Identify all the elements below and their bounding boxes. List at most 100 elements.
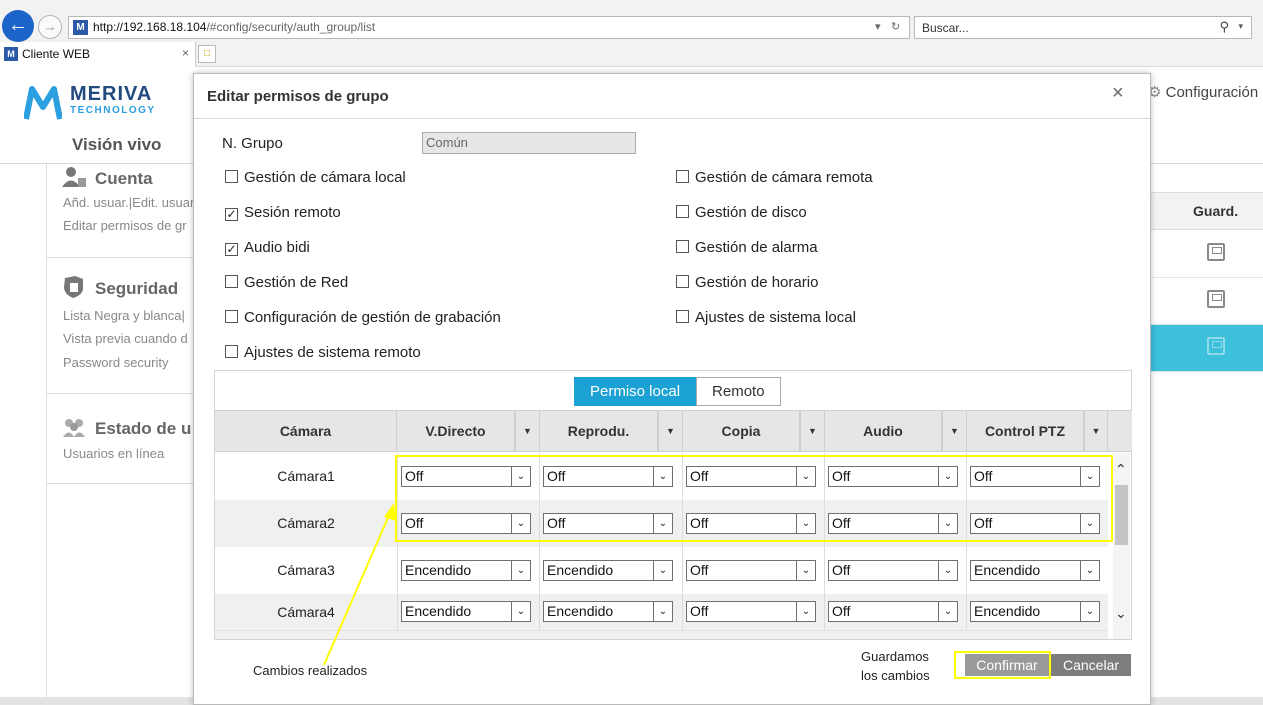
save-icon[interactable] [1207, 290, 1225, 308]
permission-select[interactable]: Off ⌄ [686, 560, 816, 581]
chevron-down-icon[interactable]: ⌄ [1080, 602, 1099, 621]
permission-select[interactable]: Encendido ⌄ [401, 601, 531, 622]
dialog-title: Editar permisos de grupo [207, 88, 389, 105]
perm-local-camera[interactable]: Gestión de cámara local [225, 169, 406, 186]
background-table-row [1151, 231, 1263, 278]
column-header-backup: Copia [682, 411, 800, 451]
logo-text-top: MERIVA [70, 83, 153, 105]
refresh-icon[interactable]: ↻ [891, 20, 900, 33]
perm-remote-camera[interactable]: Gestión de cámara remota [676, 169, 873, 186]
sidebar-item-online-users[interactable]: Usuarios en línea [63, 446, 164, 461]
permission-select[interactable]: Off ⌄ [828, 560, 958, 581]
chevron-down-icon[interactable]: ⌄ [1080, 561, 1099, 580]
permission-select[interactable]: Encendido ⌄ [970, 601, 1100, 622]
browser-tab[interactable]: M Cliente WEB × [0, 42, 196, 67]
tab-close-icon[interactable]: × [182, 46, 189, 60]
perm-disk[interactable]: Gestión de disco [676, 204, 807, 221]
search-icon[interactable]: ⚲ [1219, 19, 1229, 35]
sidebar-item-edit-group-permissions[interactable]: Editar permisos de gr [63, 218, 187, 233]
checkbox[interactable] [676, 170, 689, 183]
permission-select[interactable]: Encendido ⌄ [543, 601, 673, 622]
perm-remote-system[interactable]: Ajustes de sistema remoto [225, 344, 421, 361]
scroll-down-icon[interactable]: ⌄ [1115, 605, 1127, 622]
scroll-up-icon[interactable]: ⌃ [1115, 461, 1127, 478]
sidebar-item-password-security[interactable]: Password security [63, 355, 168, 370]
back-button[interactable]: ← [2, 10, 34, 42]
perm-label: Gestión de cámara remota [695, 169, 873, 186]
permission-select[interactable]: Encendido ⌄ [543, 560, 673, 581]
cancel-button[interactable]: Cancelar [1051, 654, 1131, 676]
checkbox[interactable] [676, 240, 689, 253]
perm-local-system[interactable]: Ajustes de sistema local [676, 309, 856, 326]
column-dropdown-icon[interactable]: ▼ [658, 411, 682, 451]
column-dropdown-icon[interactable]: ▼ [942, 411, 966, 451]
sidebar-section-account: Cuenta Añd. usuar.|Edit. usuar Editar pe… [47, 164, 195, 258]
nav-configuration[interactable]: ⚙ Configuración l [1148, 83, 1263, 101]
perm-network[interactable]: Gestión de Red [225, 274, 348, 291]
sidebar-head-status[interactable]: Estado de u [61, 416, 191, 439]
checkbox[interactable] [225, 170, 238, 183]
scroll-thumb[interactable] [1115, 485, 1128, 545]
table-scrollbar[interactable]: ⌃ ⌄ [1113, 453, 1130, 639]
nav-live-view[interactable]: Visión vivo [72, 135, 161, 155]
table-header: Cámara V.Directo ▼ Reprodu. ▼ Copia ▼ Au… [215, 410, 1132, 452]
perm-record-management[interactable]: Configuración de gestión de grabación [225, 309, 501, 326]
checkbox[interactable] [676, 275, 689, 288]
perm-label: Sesión remoto [244, 204, 341, 221]
address-bar[interactable]: M http://192.168.18.104/#config/security… [68, 16, 910, 39]
chevron-down-icon[interactable]: ⌄ [653, 561, 672, 580]
save-icon[interactable] [1207, 337, 1225, 355]
sidebar-head-status-label: Estado de u [95, 419, 192, 438]
permission-select[interactable]: Off ⌄ [686, 601, 816, 622]
column-divider [824, 594, 825, 630]
checkbox[interactable] [225, 275, 238, 288]
sidebar-head-security[interactable]: Seguridad [61, 276, 178, 299]
chevron-down-icon[interactable]: ⌄ [796, 561, 815, 580]
search-dropdown-icon[interactable]: ▾ [1238, 21, 1243, 32]
perm-two-way-audio[interactable]: ✓ Audio bidi [225, 239, 310, 256]
chevron-down-icon[interactable]: ⌄ [511, 561, 530, 580]
address-dropdown-icon[interactable]: ▾ [875, 20, 881, 33]
permission-select[interactable]: Encendido ⌄ [401, 560, 531, 581]
config-sidebar: Cuenta Añd. usuar.|Edit. usuar Editar pe… [46, 164, 195, 705]
checkbox[interactable] [225, 345, 238, 358]
save-icon[interactable] [1207, 243, 1225, 261]
perm-schedule[interactable]: Gestión de horario [676, 274, 818, 291]
browser-search-box[interactable]: Buscar... ⚲ ▾ [914, 16, 1252, 39]
background-table-header: Guard. [1151, 192, 1263, 230]
perm-alarm[interactable]: Gestión de alarma [676, 239, 818, 256]
checkbox-checked[interactable]: ✓ [225, 208, 238, 221]
select-value: Encendido [405, 562, 472, 578]
group-name-field[interactable]: Común [422, 132, 636, 154]
checkbox[interactable] [676, 310, 689, 323]
column-dropdown-icon[interactable]: ▼ [515, 411, 539, 451]
perm-remote-session[interactable]: ✓ Sesión remoto [225, 204, 341, 221]
sidebar-head-account-label: Cuenta [95, 169, 153, 188]
checkbox[interactable] [676, 205, 689, 218]
sidebar-item-preview[interactable]: Vista previa cuando d [63, 331, 188, 346]
search-placeholder: Buscar... [922, 21, 969, 35]
chevron-down-icon[interactable]: ⌄ [511, 602, 530, 621]
new-tab-icon[interactable]: □ [198, 45, 216, 63]
browser-tab-bar: M Cliente WEB × □ [0, 42, 1263, 67]
forward-button[interactable]: → [38, 15, 62, 39]
sidebar-section-security: Seguridad Lista Negra y blanca| Vista pr… [47, 258, 195, 394]
confirm-button[interactable]: Confirmar [965, 654, 1049, 676]
checkbox[interactable] [225, 310, 238, 323]
sidebar-item-add-user[interactable]: Añd. usuar.|Edit. usuar [63, 195, 194, 210]
chevron-down-icon[interactable]: ⌄ [938, 561, 957, 580]
sidebar-head-account[interactable]: Cuenta [61, 166, 153, 189]
column-dropdown-icon[interactable]: ▼ [1084, 411, 1108, 451]
close-icon[interactable]: × [1112, 83, 1124, 103]
chevron-down-icon[interactable]: ⌄ [796, 602, 815, 621]
tab-local-permission[interactable]: Permiso local [574, 377, 697, 406]
tab-title: Cliente WEB [22, 47, 91, 61]
column-dropdown-icon[interactable]: ▼ [800, 411, 824, 451]
chevron-down-icon[interactable]: ⌄ [938, 602, 957, 621]
sidebar-item-black-white-list[interactable]: Lista Negra y blanca| [63, 308, 185, 323]
chevron-down-icon[interactable]: ⌄ [653, 602, 672, 621]
permission-select[interactable]: Off ⌄ [828, 601, 958, 622]
tab-remote[interactable]: Remoto [696, 377, 781, 406]
permission-select[interactable]: Encendido ⌄ [970, 560, 1100, 581]
checkbox-checked[interactable]: ✓ [225, 243, 238, 256]
